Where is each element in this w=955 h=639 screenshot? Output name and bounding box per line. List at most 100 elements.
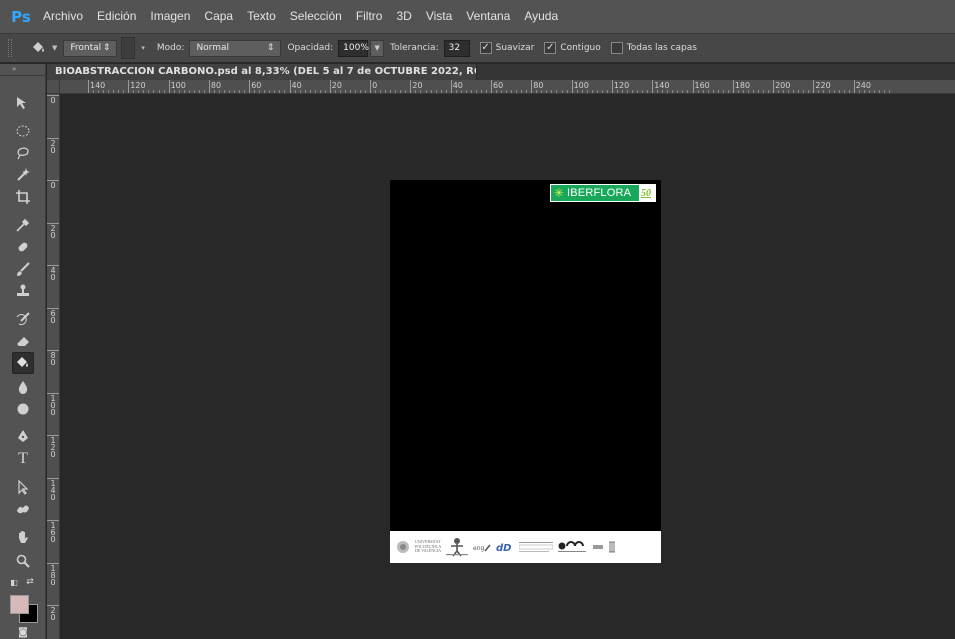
ruler-minor-tick — [798, 90, 800, 93]
eraser-icon[interactable] — [12, 330, 34, 352]
menu-bar: Ps Archivo Edición Imagen Capa Texto Sel… — [0, 0, 955, 33]
document-tab[interactable]: BIOABSTRACCION CARBONO.psd al 8,33% (DEL… — [47, 64, 477, 80]
zoom-tool-icon[interactable] — [12, 550, 34, 572]
menu-ayuda[interactable]: Ayuda — [517, 0, 565, 33]
contiguous-checkbox[interactable]: ✓ — [544, 42, 557, 54]
dodge-tool-icon[interactable] — [12, 398, 34, 420]
horizontal-ruler[interactable]: 140 120 100 80 60 40 20 0 20 40 60 80 100 120 140 160 18… — [60, 80, 955, 94]
vertical-ruler[interactable]: 0 2 0 0 2 0 4 0 6 0 8 0 1 0 0 1 2 0 1 4 0 1 6 0 1 8… — [47, 94, 60, 639]
ruler-minor-tick — [561, 90, 563, 93]
ruler-minor-tick — [188, 90, 190, 93]
swap-colors-icon[interactable]: ⇄ — [24, 576, 36, 588]
history-brush-icon[interactable] — [12, 308, 34, 330]
ruler-minor-tick — [425, 90, 427, 93]
ruler-minor-tick — [314, 90, 316, 93]
menu-seleccion[interactable]: Selección — [283, 0, 349, 33]
ruler-label: 6 0 — [50, 308, 56, 325]
menu-filtro[interactable]: Filtro — [349, 0, 390, 33]
ruler-minor-tick — [475, 90, 477, 93]
opacity-chevron-icon[interactable]: ▼ — [370, 39, 385, 57]
ruler-tick — [732, 80, 734, 93]
ruler-minor-tick — [838, 90, 840, 93]
ruler-minor-tick — [682, 90, 684, 93]
menu-imagen[interactable]: Imagen — [143, 0, 197, 33]
brush-tool-icon[interactable] — [12, 258, 34, 280]
ruler-label: 200 — [775, 81, 791, 90]
type-tool-icon[interactable]: T — [12, 448, 34, 470]
ruler-minor-tick — [93, 90, 95, 93]
ruler-minor-tick — [254, 90, 256, 93]
menu-3d[interactable]: 3D — [389, 0, 418, 33]
ruler-minor-tick — [506, 90, 508, 93]
ruler-label: 1 8 0 — [50, 563, 56, 587]
tool-preset-chevron-icon[interactable]: ▼ — [52, 44, 57, 52]
ruler-minor-tick — [657, 90, 659, 93]
ruler-minor-tick — [808, 90, 810, 93]
all-layers-checkbox[interactable] — [610, 42, 623, 54]
ruler-tick — [168, 80, 170, 93]
document-canvas[interactable]: ✳ IBERFLORA 50 UNIVERSITAT POLITÈCNICA D… — [390, 180, 661, 563]
ruler-minor-tick — [752, 90, 754, 93]
ruler-minor-tick — [349, 90, 351, 93]
ruler-minor-tick — [229, 90, 231, 93]
clone-stamp-icon[interactable] — [12, 280, 34, 302]
ruler-minor-tick — [496, 90, 498, 93]
ruler-minor-tick — [455, 90, 457, 93]
pattern-picker[interactable] — [121, 37, 136, 59]
menu-capa[interactable]: Capa — [197, 0, 240, 33]
menu-ventana[interactable]: Ventana — [459, 0, 517, 33]
ruler-label: 120 — [613, 81, 630, 90]
ruler-minor-tick — [133, 90, 135, 93]
antialias-checkbox[interactable]: ✓ — [479, 42, 492, 54]
ruler-minor-tick — [440, 90, 442, 93]
tools-collapse-icon[interactable]: » — [0, 64, 45, 76]
healing-brush-icon[interactable] — [12, 236, 34, 258]
opacity-input[interactable]: 100% — [338, 39, 369, 57]
eyedropper-icon[interactable] — [12, 214, 34, 236]
ruler-minor-tick — [465, 90, 467, 93]
hand-tool-icon[interactable] — [12, 526, 34, 548]
ruler-minor-tick — [586, 90, 588, 93]
pattern-chevron-icon[interactable]: ▾ — [141, 44, 145, 52]
ruler-minor-tick — [763, 90, 765, 93]
marquee-tool-icon[interactable] — [12, 120, 34, 142]
canvas-area[interactable]: ✳ IBERFLORA 50 UNIVERSITAT POLITÈCNICA D… — [61, 95, 955, 639]
paint-bucket-icon[interactable] — [12, 352, 34, 374]
ruler-minor-tick — [163, 90, 165, 93]
crop-tool-icon[interactable] — [12, 186, 34, 208]
menu-edicion[interactable]: Edición — [90, 0, 143, 33]
ruler-label: 20 — [331, 81, 342, 90]
custom-shape-icon[interactable] — [12, 498, 34, 520]
ruler-minor-tick — [536, 90, 538, 93]
blur-tool-icon[interactable] — [12, 376, 34, 398]
iberflora-name: IBERFLORA — [567, 187, 632, 199]
ruler-origin[interactable] — [47, 80, 60, 94]
options-grip[interactable] — [8, 39, 12, 57]
magic-wand-icon[interactable] — [12, 164, 34, 186]
ruler-minor-tick — [158, 90, 160, 93]
tolerance-input[interactable]: 32 — [443, 39, 470, 57]
paint-bucket-icon[interactable] — [26, 37, 50, 59]
default-colors-icon[interactable]: ◧ — [8, 576, 20, 588]
ruler-label: 140 — [654, 81, 670, 90]
menu-vista[interactable]: Vista — [419, 0, 459, 33]
ruler-tick — [450, 80, 452, 93]
quick-mask-icon[interactable]: ◙ — [12, 626, 34, 638]
ruler-minor-tick — [395, 90, 397, 93]
ruler-minor-tick — [742, 90, 744, 93]
lasso-tool-icon[interactable] — [12, 142, 34, 164]
menu-texto[interactable]: Texto — [240, 0, 283, 33]
menu-archivo[interactable]: Archivo — [36, 0, 90, 33]
ruler-minor-tick — [334, 90, 336, 93]
fill-source-select[interactable]: Frontal ⇕ — [63, 39, 118, 57]
pen-tool-icon[interactable] — [12, 426, 34, 448]
mode-select[interactable]: Normal ⇕ — [189, 39, 282, 57]
move-tool-icon[interactable] — [12, 92, 34, 114]
foreground-color-swatch[interactable] — [10, 595, 29, 614]
ruler-minor-tick — [672, 90, 674, 93]
ruler-minor-tick — [480, 90, 482, 93]
ruler-minor-tick — [843, 90, 845, 93]
ruler-minor-tick — [460, 90, 462, 93]
path-selection-icon[interactable] — [12, 476, 34, 498]
mode-label: Modo: — [156, 43, 185, 53]
